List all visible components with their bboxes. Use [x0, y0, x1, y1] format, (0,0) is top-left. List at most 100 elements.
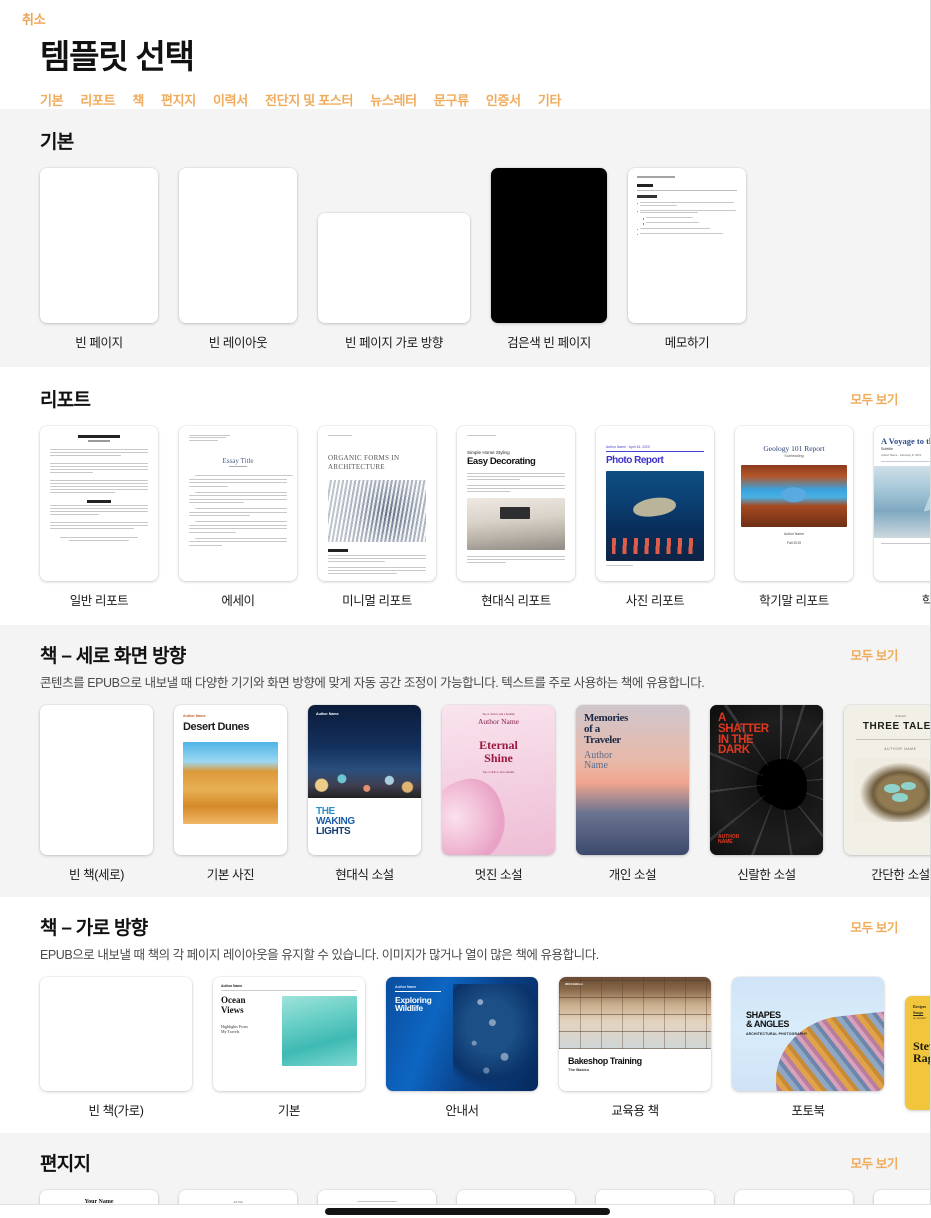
template-card-personal-novel[interactable]: Memories of a Traveler Author Name 개인 소설: [576, 704, 689, 883]
template-card-photo-report[interactable]: Author Name · April 16, 2020 Photo Repor…: [596, 425, 714, 609]
template-card-educational-book[interactable]: 2024 Edition Bakeshop Training The Basic…: [559, 976, 711, 1119]
section-book-portrait: 책 – 세로 화면 방향 콘텐츠를 EPUB으로 내보낼 때 다양한 기기와 화…: [0, 624, 931, 897]
template-card-blank-page[interactable]: 빈 페이지: [40, 167, 158, 351]
thumbnail-general-report[interactable]: [40, 425, 158, 581]
category-nav: 기본 리포트 책 편지지 이력서 전단지 및 포스터 뉴스레터 문구류 인증서 …: [0, 75, 931, 109]
template-card-simple-novel[interactable]: A Novel THREE TALES AUTHOR NAME 간단한 소설: [844, 704, 931, 883]
title-block: 템플릿 선택: [0, 34, 931, 76]
template-card-blank-book-landscape[interactable]: 빈 책(가로): [40, 976, 192, 1119]
template-card-modern-novel[interactable]: Author Name THE WAKING LIGHTS 현대식 소설: [308, 704, 421, 883]
thumbnail-personal-novel[interactable]: Memories of a Traveler Author Name: [576, 704, 689, 855]
template-caption: 현대식 리포트: [481, 593, 551, 608]
template-caption: 신랄한 소설: [737, 867, 796, 882]
template-card-modern-report[interactable]: Simple Home Styling Easy Decorating 현대식 …: [457, 425, 575, 609]
template-card-black-page[interactable]: 검은색 빈 페이지: [491, 167, 607, 351]
template-card-guidebook[interactable]: Author Name Exploring Wildlife 안내서: [386, 976, 538, 1119]
thumbnail-photo-report[interactable]: Author Name · April 16, 2020 Photo Repor…: [596, 425, 714, 581]
section-report-title: 리포트: [40, 389, 91, 411]
template-card-fancy-novel[interactable]: Tap or click to add a heading Author Nam…: [442, 704, 555, 883]
template-card-photobook[interactable]: SHAPES & ANGLES ARCHITECTURAL PHOTOGRAPH…: [732, 976, 884, 1119]
see-all-button-book-landscape[interactable]: 모두 보기: [851, 913, 899, 936]
thumbnail-blank-page[interactable]: [40, 167, 158, 323]
waking-cover-image: Author Name: [308, 704, 421, 798]
memo-date-line: [637, 175, 675, 178]
section-basic: 기본 빈 페이지 빈 레이아웃 빈 페이지 가로 방향 검은색 빈 페이지 메모…: [0, 108, 931, 367]
voyage-cover-image: [874, 465, 931, 538]
thumbnail-black-page[interactable]: [491, 167, 607, 323]
desert-title-text: Desert Dunes: [183, 720, 250, 733]
see-all-button-report[interactable]: 모두 보기: [851, 385, 899, 408]
category-tab-book[interactable]: 책: [132, 90, 161, 109]
memo-bullet: [637, 201, 737, 207]
thumbnail-school-report[interactable]: A Voyage to the Subtitle Author Name · F…: [874, 425, 931, 581]
thumbnail-term-report[interactable]: Geology 101 Report Subheading Author Nam…: [735, 425, 853, 581]
eternal-title-line1: Eternal: [479, 737, 518, 752]
three-tales-title: THREE TALES: [862, 720, 931, 732]
three-tales-cover-image: [854, 757, 931, 822]
photo-title-text: Photo Report: [606, 455, 664, 467]
horizontal-scrollbar-thumb[interactable]: [325, 1208, 610, 1215]
thumbnail-gritty-novel[interactable]: A SHATTER IN THE DARK AUTHOR NAME: [710, 704, 823, 855]
wildlife-title-line2: Wildlife: [395, 1003, 423, 1014]
thumbnail-modern-report[interactable]: Simple Home Styling Easy Decorating: [457, 425, 575, 581]
thumbnail-simple-novel[interactable]: A Novel THREE TALES AUTHOR NAME: [844, 704, 931, 855]
template-caption: 기본 사진: [206, 867, 255, 882]
template-card-book-landscape-next[interactable]: Recipes Soups by Author Stews Ragu: [905, 995, 931, 1119]
thumbnail-book-landscape-next[interactable]: Recipes Soups by Author Stews Ragu: [905, 995, 931, 1110]
thumbnail-essay[interactable]: Essay Title: [179, 425, 297, 581]
category-tab-other[interactable]: 기타: [538, 90, 578, 109]
category-tab-certificate[interactable]: 인증서: [486, 90, 538, 109]
bullet-dot-icon: [637, 210, 639, 212]
template-card-basic-photo-book[interactable]: Author Name Desert Dunes 기본 사진: [174, 704, 287, 883]
category-tab-flyers[interactable]: 전단지 및 포스터: [265, 90, 370, 109]
thumbnail-basic-landscape[interactable]: Author Name Ocean Views Highlights From …: [213, 976, 365, 1091]
horizontal-scrollbar[interactable]: [0, 1204, 931, 1218]
category-tab-basic[interactable]: 기본: [40, 90, 80, 109]
thumbnail-note-taking[interactable]: [628, 167, 746, 323]
template-card-blank-layout[interactable]: 빈 레이아웃: [179, 167, 297, 351]
template-card-blank-book-portrait[interactable]: 빈 책(세로): [40, 704, 153, 883]
thumbnail-minimal-report[interactable]: ORGANIC FORMS IN ARCHITECTURE: [318, 425, 436, 581]
template-card-blank-landscape[interactable]: 빈 페이지 가로 방향: [318, 212, 470, 351]
photo-cover-image: [606, 471, 704, 562]
template-card-essay[interactable]: Essay Title 에세이: [179, 425, 297, 609]
eternal-subtitle-text: Tap or click to add a subtitle: [482, 771, 515, 775]
template-card-note-taking[interactable]: 메모하기: [628, 167, 746, 351]
template-card-minimal-report[interactable]: ORGANIC FORMS IN ARCHITECTURE 미니멀 리포트: [318, 425, 436, 609]
page-title: 템플릿 선택: [40, 38, 195, 75]
bullet-dot-icon: [643, 218, 645, 220]
thumbnail-educational-book[interactable]: 2024 Edition Bakeshop Training The Basic…: [559, 976, 711, 1091]
section-book-landscape-row: 빈 책(가로) Author Name Ocean Views Highligh…: [40, 976, 931, 1119]
see-all-button-book-portrait[interactable]: 모두 보기: [851, 641, 899, 664]
category-tab-stationery[interactable]: 문구류: [434, 90, 486, 109]
template-card-gritty-novel[interactable]: A SHATTER IN THE DARK AUTHOR NAME 신랄한 소설: [710, 704, 823, 883]
template-caption: 미니멀 리포트: [342, 593, 412, 608]
thumbnail-guidebook[interactable]: Author Name Exploring Wildlife: [386, 976, 538, 1091]
thumbnail-basic-photo-book[interactable]: Author Name Desert Dunes: [174, 704, 287, 855]
template-card-basic-landscape[interactable]: Author Name Ocean Views Highlights From …: [213, 976, 365, 1119]
template-card-school-report[interactable]: A Voyage to the Subtitle Author Name · F…: [874, 425, 931, 609]
eternal-title-line2: Shine: [484, 750, 513, 765]
cancel-button[interactable]: 취소: [22, 9, 46, 28]
thumbnail-blank-book-landscape[interactable]: [40, 976, 192, 1091]
thumbnail-fancy-novel[interactable]: Tap or click to add a heading Author Nam…: [442, 704, 555, 855]
thumbnail-photobook[interactable]: SHAPES & ANGLES ARCHITECTURAL PHOTOGRAPH…: [732, 976, 884, 1091]
thumbnail-blank-landscape[interactable]: [318, 212, 470, 323]
thumbnail-blank-layout[interactable]: [179, 167, 297, 323]
template-card-general-report[interactable]: 일반 리포트: [40, 425, 158, 609]
category-tab-letterhead[interactable]: 편지지: [161, 90, 213, 109]
thumbnail-modern-novel[interactable]: Author Name THE WAKING LIGHTS: [308, 704, 421, 855]
memo-bullet: [637, 227, 737, 231]
geology-subtitle-text: Subheading: [784, 453, 804, 458]
bakeshop-cover-image: 2024 Edition: [559, 976, 711, 1049]
shapes-title-line2: & ANGLES: [746, 1018, 789, 1029]
category-tab-report[interactable]: 리포트: [80, 90, 132, 109]
thumbnail-blank-book-portrait[interactable]: [40, 704, 153, 855]
template-card-term-report[interactable]: Geology 101 Report Subheading Author Nam…: [735, 425, 853, 609]
template-caption: 빈 페이지 가로 방향: [344, 335, 444, 350]
template-caption: 기본: [277, 1103, 301, 1118]
three-tales-author: AUTHOR NAME: [884, 746, 917, 751]
category-tab-newsletter[interactable]: 뉴스레터: [370, 90, 434, 109]
see-all-button-letterhead[interactable]: 모두 보기: [851, 1149, 899, 1172]
category-tab-resume[interactable]: 이력서: [213, 90, 265, 109]
